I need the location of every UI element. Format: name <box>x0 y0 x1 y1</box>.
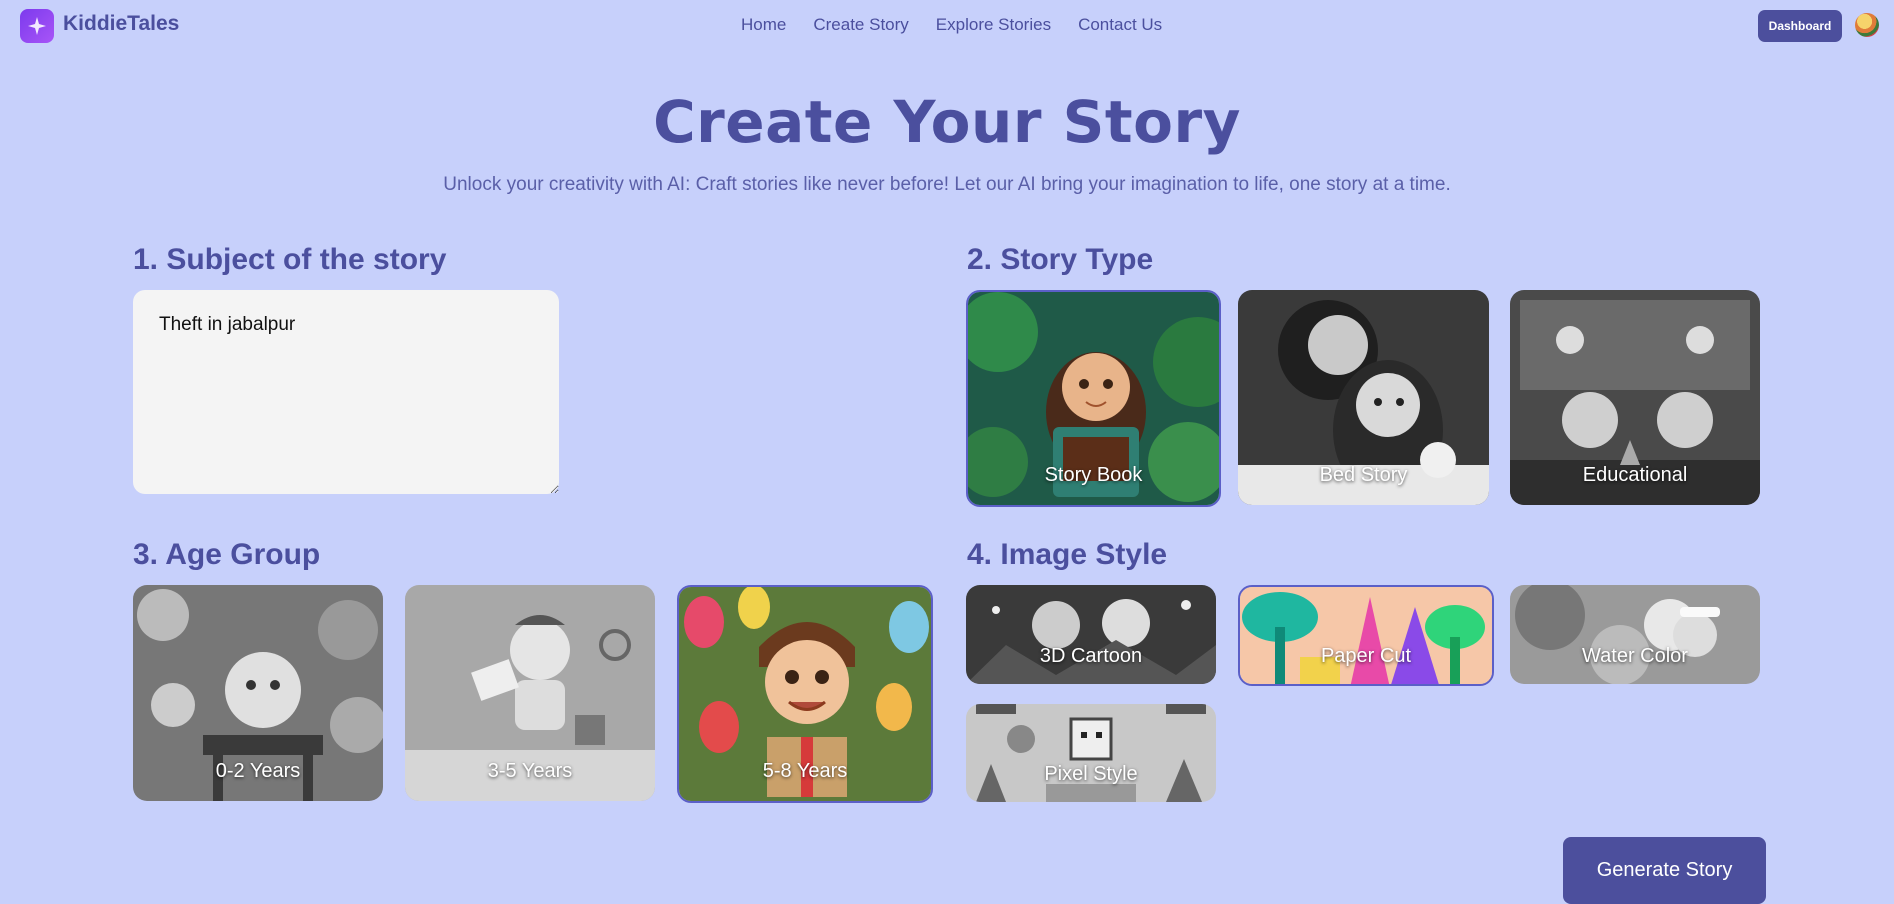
image-style-label: 3D Cartoon <box>1039 645 1143 667</box>
page-title: Create Your Story <box>653 88 1241 156</box>
nav-links: Home Create Story Explore Stories Contac… <box>741 15 1162 35</box>
sparkle-logo-icon[interactable] <box>20 9 54 43</box>
image-style-3d-cartoon[interactable]: 3D Cartoon <box>966 585 1216 684</box>
nav-link-home[interactable]: Home <box>741 15 786 35</box>
subject-section-title: 1. Subject of the story <box>133 243 447 276</box>
age-group-label: 5-8 Years <box>762 760 848 782</box>
water-color-image <box>1510 585 1760 684</box>
age-group-0-2[interactable]: 0-2 Years <box>133 585 383 801</box>
subject-input[interactable] <box>133 290 559 494</box>
paper-cut-image <box>1240 587 1492 684</box>
image-style-label: Pixel Style <box>1044 763 1138 785</box>
image-style-pixel-style[interactable]: Pixel Style <box>966 704 1216 802</box>
nav-link-contact-us[interactable]: Contact Us <box>1078 15 1162 35</box>
image-style-water-color[interactable]: Water Color <box>1510 585 1760 684</box>
dashboard-button[interactable]: Dashboard <box>1758 10 1842 42</box>
avatar[interactable] <box>1855 13 1879 37</box>
age-group-label: 0-2 Years <box>215 760 301 782</box>
story-type-label: Bed Story <box>1319 464 1408 486</box>
story-type-label: Story Book <box>1044 464 1143 486</box>
image-style-paper-cut[interactable]: Paper Cut <box>1238 585 1494 686</box>
image-style-label: Paper Cut <box>1320 645 1412 667</box>
3d-cartoon-image <box>966 585 1216 684</box>
story-type-label: Educational <box>1582 464 1688 486</box>
story-type-section-title: 2. Story Type <box>967 243 1154 276</box>
brand-name[interactable]: KiddieTales <box>63 12 179 36</box>
story-type-bed-story[interactable]: Bed Story <box>1238 290 1489 505</box>
nav-link-explore-stories[interactable]: Explore Stories <box>936 15 1051 35</box>
story-type-educational[interactable]: Educational <box>1510 290 1760 505</box>
pixel-style-image <box>966 704 1216 802</box>
nav-link-create-story[interactable]: Create Story <box>813 15 908 35</box>
image-style-section-title: 4. Image Style <box>967 538 1168 571</box>
age-group-section-title: 3. Age Group <box>133 538 321 571</box>
page-subtitle: Unlock your creativity with AI: Craft st… <box>443 174 1451 195</box>
age-group-label: 3-5 Years <box>487 760 573 782</box>
navbar: KiddieTales Home Create Story Explore St… <box>0 0 1894 52</box>
image-style-label: Water Color <box>1582 645 1688 667</box>
age-group-3-5[interactable]: 3-5 Years <box>405 585 655 801</box>
generate-story-button[interactable]: Generate Story <box>1563 837 1766 904</box>
story-type-story-book[interactable]: Story Book <box>966 290 1221 507</box>
age-group-5-8[interactable]: 5-8 Years <box>677 585 933 803</box>
